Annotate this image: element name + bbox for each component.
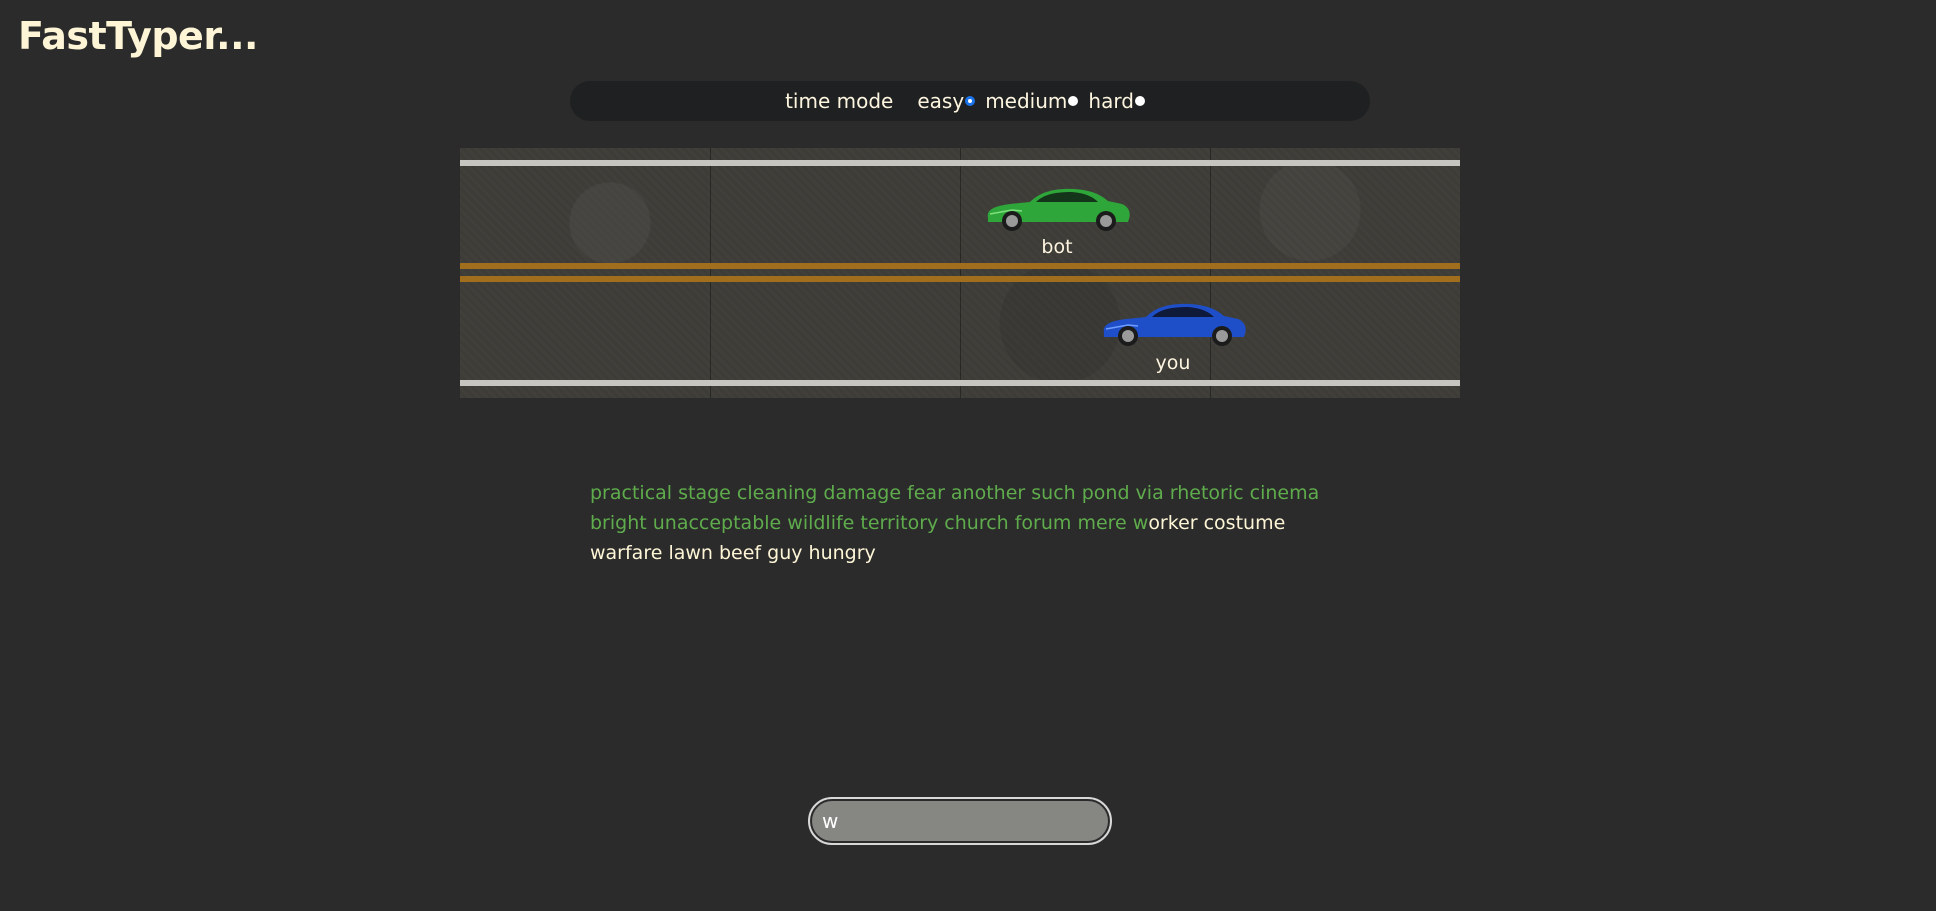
page: FastTyper... time mode easy medium hard xyxy=(0,0,1936,911)
mode-option-label: hard xyxy=(1088,89,1134,113)
mode-option-label: medium xyxy=(985,89,1068,113)
hard-radio[interactable] xyxy=(1134,95,1145,106)
time-mode-label: time mode xyxy=(785,89,894,113)
time-mode-bar: time mode easy medium hard xyxy=(570,81,1370,121)
track-center-line xyxy=(460,263,1460,269)
mode-option-medium[interactable]: medium xyxy=(985,89,1079,113)
track-edge-line-bottom xyxy=(460,380,1460,386)
track-seam xyxy=(710,148,711,398)
typing-input-wrapper xyxy=(808,797,1112,845)
bot-label: bot xyxy=(1041,236,1073,258)
mode-option-label: easy xyxy=(917,89,965,113)
track-edge-line-top xyxy=(460,160,1460,166)
player-label: you xyxy=(1155,352,1191,374)
track-center-line xyxy=(460,276,1460,282)
medium-radio[interactable] xyxy=(1068,95,1079,106)
track-seam xyxy=(960,148,961,398)
app-title: FastTyper... xyxy=(18,14,258,58)
bot-car-icon xyxy=(987,188,1130,231)
typing-passage: practical stage cleaning damage fear ano… xyxy=(590,478,1350,568)
typing-input[interactable] xyxy=(812,801,1108,841)
mode-option-hard[interactable]: hard xyxy=(1088,89,1145,113)
easy-radio[interactable] xyxy=(965,95,976,106)
player-car-icon xyxy=(1103,303,1246,346)
mode-option-easy[interactable]: easy xyxy=(917,89,976,113)
race-track: bot you xyxy=(460,148,1460,398)
